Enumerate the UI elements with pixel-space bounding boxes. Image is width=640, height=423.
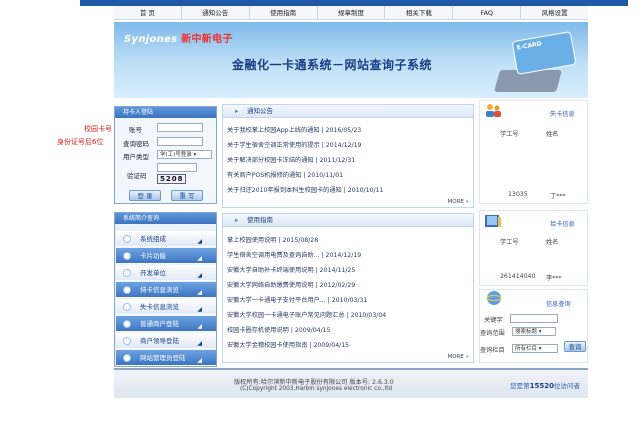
copyright-cn: 版权所有:哈尔滨新中新电子股份有限公司 版本号: 2.6.3.0 bbox=[234, 379, 394, 386]
nav-style[interactable]: 风格设置 bbox=[521, 6, 588, 19]
notice-item[interactable]: 有关商户POS机报修的通知 | 2010/11/01 bbox=[227, 170, 343, 179]
scope-select[interactable]: 搜索标题 ▾ bbox=[512, 327, 556, 336]
main-nav: 首 页 通知公告 使用指南 规章制度 相关下载 FAQ 风格设置 bbox=[114, 6, 588, 20]
visitor-count: 15520 bbox=[529, 382, 554, 390]
keyword-input[interactable] bbox=[510, 314, 558, 323]
bullet-icon bbox=[124, 253, 130, 259]
search-panel: 信息查询 关键字 查询范围 搜索标题 ▾ 查询栏目 所有栏目 ▾ 查询 bbox=[479, 289, 588, 363]
usertype-label: 用户类型 bbox=[123, 153, 149, 161]
search-title: 信息查询 bbox=[546, 301, 571, 308]
lost-card-title: 失卡信息 bbox=[550, 111, 575, 118]
menu-item-developer[interactable]: 开发单位 ◢ bbox=[116, 265, 216, 281]
password-label: 查询密码 bbox=[123, 140, 149, 148]
menu-item-merchant-login[interactable]: 普通商户登陆 ◢ bbox=[116, 316, 216, 332]
bullet-icon bbox=[124, 355, 130, 361]
login-header: 持卡人登陆 bbox=[115, 107, 216, 118]
captcha-label: 验证码 bbox=[127, 172, 147, 180]
menu-item-admin-login[interactable]: 网站管理员登陆 ◢ bbox=[116, 350, 216, 366]
login-button[interactable]: 登 录 bbox=[129, 190, 161, 201]
annotation-card-number: 校园卡号 bbox=[84, 125, 112, 133]
lost-card-id: 13035 bbox=[508, 191, 528, 198]
notice-item[interactable]: 关于我校掌上校园App上线的通知 | 2016/05/23 bbox=[227, 125, 361, 134]
guide-item[interactable]: 安徽大学校园一卡通电子账户常见问题汇总 | 2010/03/04 bbox=[227, 310, 386, 319]
visitor-counter: 您是第15520位访问者 bbox=[510, 382, 580, 390]
found-card-panel: 拾卡信息 学工号 姓名 261414040 李*** bbox=[479, 210, 588, 286]
nav-faq[interactable]: FAQ bbox=[453, 6, 522, 19]
guide-item[interactable]: 校园卡圈存机使用说明 | 2009/04/15 bbox=[227, 325, 331, 334]
guide-item[interactable]: 学生宿舍空调用电费及查询自助... | 2014/12/19 bbox=[227, 250, 361, 259]
notice-item[interactable]: 关于归还2010年报到本科生校园卡的通知 | 2010/10/11 bbox=[227, 185, 383, 194]
guide-header: 使用指南 bbox=[223, 214, 473, 227]
menu-item-card-functions[interactable]: 卡片功能 ◢ bbox=[116, 248, 216, 264]
found-col-id: 学工号 bbox=[500, 239, 519, 246]
nav-home[interactable]: 首 页 bbox=[114, 6, 182, 19]
menu-item-cardholder-info[interactable]: 持卡信息浏览 ◢ bbox=[116, 282, 216, 298]
nav-guide[interactable]: 使用指南 bbox=[250, 6, 318, 19]
laptop-illustration bbox=[494, 70, 562, 92]
system-menu: 系统简介查询 系统组成 ◢ 卡片功能 ◢ 开发单位 ◢ 持卡信息浏览 ◢ 失卡信息浏览 ◢… bbox=[114, 212, 217, 367]
guide-more-link[interactable]: MORE » bbox=[448, 354, 469, 360]
globe-search-icon bbox=[484, 290, 506, 306]
found-card-name: 李*** bbox=[546, 275, 562, 282]
header-banner: Synjones 新中新电子 金融化一卡通系统－网站查询子系统 E-CARD bbox=[114, 22, 588, 98]
lost-col-name: 姓名 bbox=[546, 131, 559, 138]
guide-item[interactable]: 安徽大学金穗校园卡使用指南 | 2009/04/15 bbox=[227, 340, 349, 349]
bullet-icon bbox=[124, 287, 130, 293]
password-input[interactable] bbox=[157, 137, 203, 146]
lost-card-panel: 失卡信息 学工号 姓名 13035 丁*** bbox=[479, 100, 588, 204]
notice-item[interactable]: 关于解决部分校园卡冻结的通知 | 2011/12/31 bbox=[227, 155, 355, 164]
account-label: 账号 bbox=[129, 126, 142, 134]
bullet-icon bbox=[124, 338, 130, 344]
menu-header: 系统简介查询 bbox=[115, 213, 216, 224]
book-icon bbox=[484, 213, 502, 229]
bullet-icon bbox=[124, 321, 130, 327]
lost-col-id: 学工号 bbox=[500, 131, 519, 138]
notice-header: 通知公告 bbox=[223, 105, 473, 118]
usertype-select[interactable]: 学(工)号登录 ▾ bbox=[157, 150, 212, 159]
brand-logo: Synjones 新中新电子 bbox=[124, 34, 233, 45]
search-button[interactable]: 查询 bbox=[564, 341, 586, 352]
guide-item[interactable]: 掌上校园使用说明 | 2015/08/28 bbox=[227, 235, 318, 244]
nav-rules[interactable]: 规章制度 bbox=[318, 6, 386, 19]
captcha-image: 5208 bbox=[157, 174, 187, 184]
scope-label: 查询范围 bbox=[480, 330, 505, 337]
captcha-input[interactable] bbox=[157, 163, 197, 172]
notice-more-link[interactable]: MORE » bbox=[448, 199, 469, 205]
menu-item-lost-card-info[interactable]: 失卡信息浏览 ◢ bbox=[116, 299, 216, 315]
notice-panel: 通知公告 关于我校掌上校园App上线的通知 | 2016/05/23 关于学生宿… bbox=[222, 104, 474, 208]
notice-item[interactable]: 关于学生宿舍空调正常使用的提示 | 2014/12/19 bbox=[227, 140, 362, 149]
annotation-id-digits: 身份证号后6位 bbox=[57, 138, 104, 146]
people-icon bbox=[484, 103, 502, 117]
bullet-icon bbox=[124, 304, 130, 310]
found-card-title: 拾卡信息 bbox=[550, 221, 575, 228]
column-label: 查询栏目 bbox=[480, 347, 505, 354]
column-select[interactable]: 所有栏目 ▾ bbox=[512, 344, 558, 353]
copyright-en: (C)Copyright 2003,Harbin synjones electr… bbox=[240, 386, 393, 392]
guide-item[interactable]: 安徽大学网络自助缴费使用说明 | 2012/02/29 bbox=[227, 280, 355, 289]
login-panel: 持卡人登陆 账号 查询密码 用户类型 学(工)号登录 ▾ 验证码 5208 登 … bbox=[114, 106, 217, 204]
account-input[interactable] bbox=[157, 123, 203, 132]
ecard-illustration: E-CARD bbox=[511, 31, 577, 75]
footer: 版权所有:哈尔滨新中新电子股份有限公司 版本号: 2.6.3.0 (C)Copy… bbox=[114, 368, 588, 398]
found-col-name: 姓名 bbox=[546, 239, 559, 246]
guide-item[interactable]: 安徽大学自助补卡终端使用说明 | 2014/11/25 bbox=[227, 265, 355, 274]
bullet-icon bbox=[124, 270, 130, 276]
keyword-label: 关键字 bbox=[484, 317, 503, 324]
nav-notices[interactable]: 通知公告 bbox=[182, 6, 250, 19]
system-title: 金融化一卡通系统－网站查询子系统 bbox=[232, 58, 433, 72]
guide-panel: 使用指南 掌上校园使用说明 | 2015/08/28 学生宿舍空调用电费及查询自… bbox=[222, 213, 474, 363]
found-card-id: 261414040 bbox=[500, 273, 536, 280]
guide-item[interactable]: 安徽大学一卡通电子支付平台用户... | 2010/03/31 bbox=[227, 295, 367, 304]
arrow-icon: ◢ bbox=[197, 357, 202, 364]
menu-item-merchant-leader-login[interactable]: 商户领导登陆 ◢ bbox=[116, 333, 216, 349]
lost-card-name: 丁*** bbox=[550, 193, 566, 200]
nav-downloads[interactable]: 相关下载 bbox=[385, 6, 454, 19]
menu-item-composition[interactable]: 系统组成 ◢ bbox=[116, 231, 216, 247]
reset-button[interactable]: 重 写 bbox=[171, 190, 203, 201]
bullet-icon bbox=[124, 236, 130, 242]
